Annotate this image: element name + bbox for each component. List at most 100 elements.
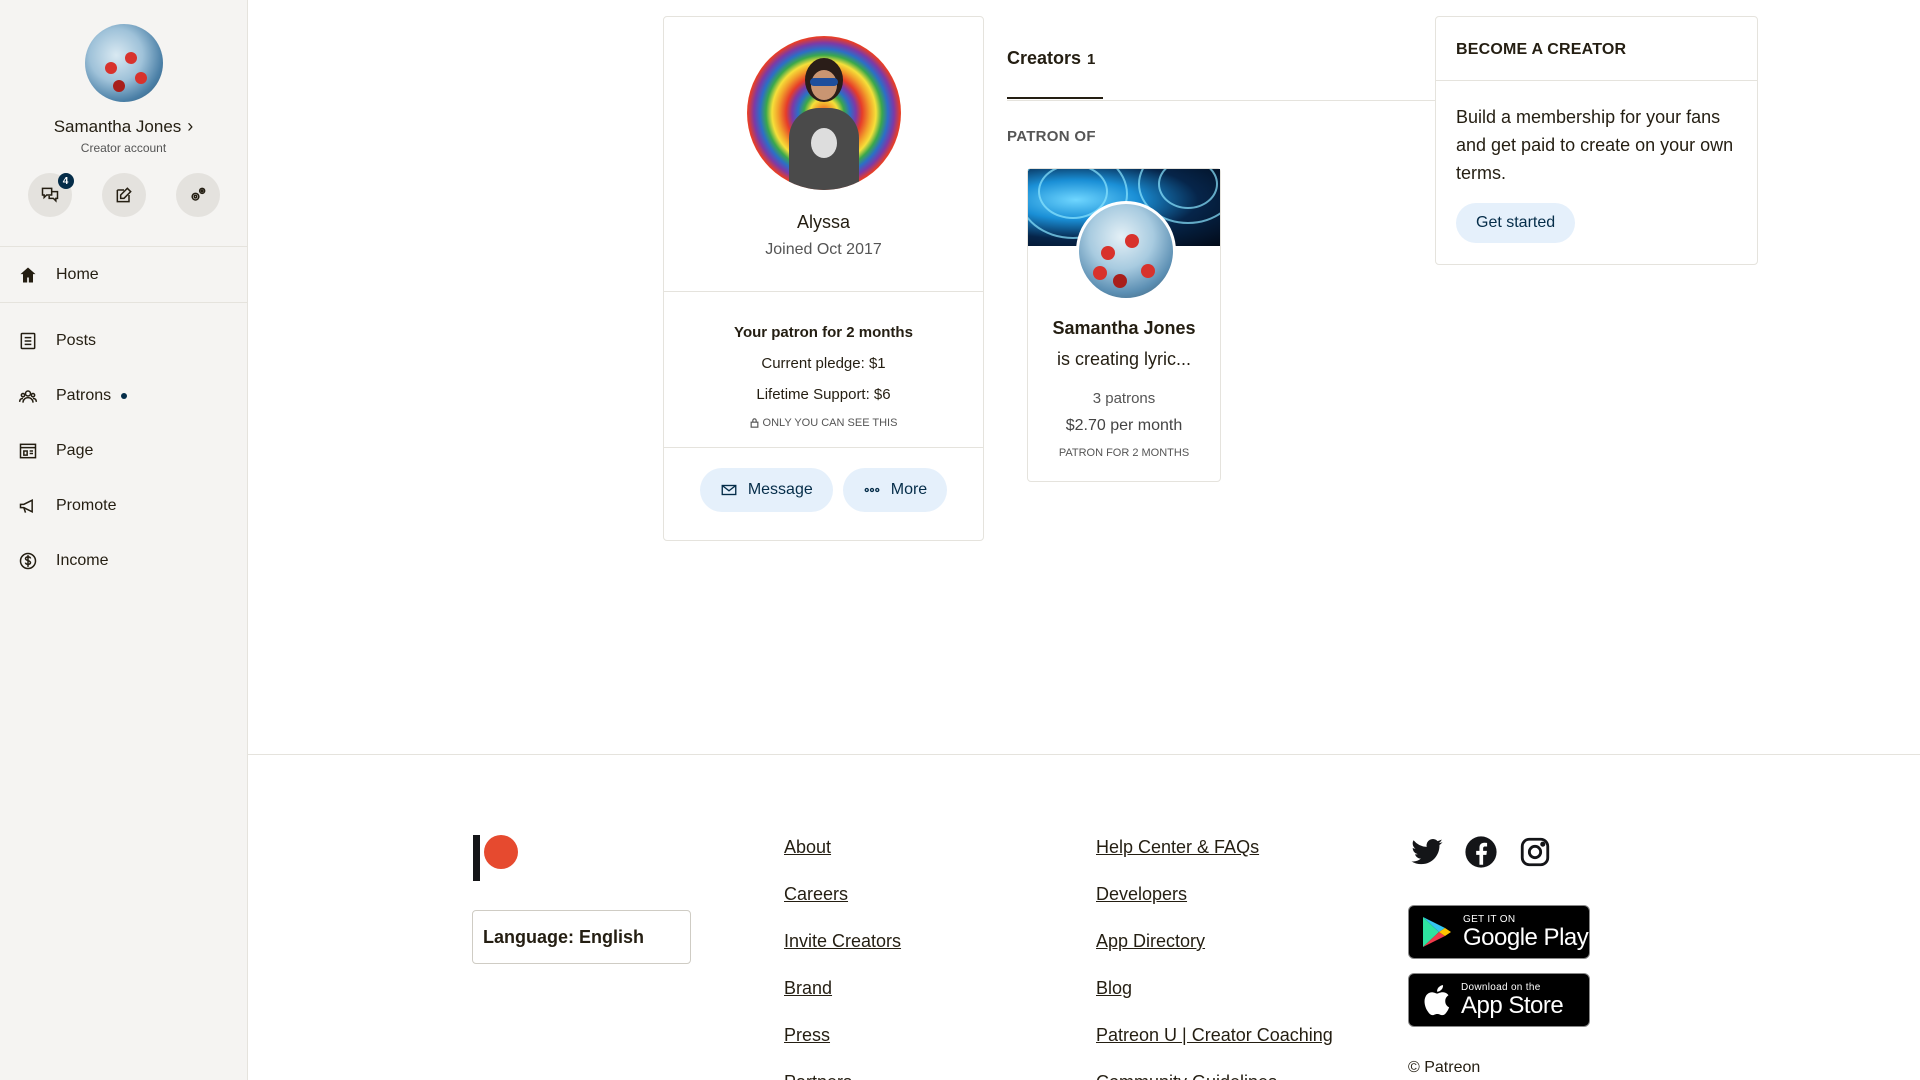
get-started-button[interactable]: Get started xyxy=(1456,203,1576,243)
language-selector[interactable]: Language: English xyxy=(472,910,691,964)
tab-creators-label: Creators xyxy=(1007,48,1082,68)
nav-patrons[interactable]: Patrons xyxy=(0,368,247,423)
messages-button[interactable]: 4 xyxy=(27,173,74,217)
nav-promote-label: Promote xyxy=(56,496,117,514)
page-icon xyxy=(18,441,38,461)
instagram-icon[interactable] xyxy=(1518,835,1552,869)
edit-icon xyxy=(116,187,132,203)
message-label: Message xyxy=(747,481,813,498)
patron-actions: Message More xyxy=(664,468,983,512)
patron-period: PATRON FOR 2 MONTHS xyxy=(1058,447,1190,459)
avatar[interactable] xyxy=(84,24,163,102)
footer-link-blog[interactable]: Blog xyxy=(1096,978,1333,1025)
nav-home[interactable]: Home xyxy=(0,247,247,303)
footer-link-community-guidelines[interactable]: Community Guidelines xyxy=(1096,1072,1333,1080)
nav-promote[interactable]: Promote xyxy=(0,478,247,533)
footer-link-careers[interactable]: Careers xyxy=(784,884,901,931)
divider xyxy=(664,447,983,448)
new-activity-dot xyxy=(121,392,128,399)
privacy-note-text: ONLY YOU CAN SEE THIS xyxy=(762,417,898,429)
dollar-icon xyxy=(18,551,38,571)
nav-posts-label: Posts xyxy=(56,331,97,349)
gears-icon xyxy=(190,187,205,201)
footer-link-help-center[interactable]: Help Center & FAQs xyxy=(1096,837,1333,884)
patron-joined-date: Joined Oct 2017 xyxy=(765,241,882,258)
footer-link-about[interactable]: About xyxy=(784,837,901,884)
settings-button[interactable] xyxy=(175,173,220,217)
patron-avatar xyxy=(746,36,901,190)
chat-bubbles-icon xyxy=(41,187,58,203)
account-type: Creator account xyxy=(80,141,167,155)
more-label: More xyxy=(890,481,928,498)
nav-list: Posts Patrons Page Promote Income xyxy=(0,303,247,588)
twitter-icon[interactable] xyxy=(1410,835,1444,869)
social-links xyxy=(1410,835,1552,869)
privacy-note: ONLY YOU CAN SEE THIS xyxy=(664,417,983,429)
patrons-icon xyxy=(18,386,38,406)
lifetime-support: Lifetime Support: $6 xyxy=(756,386,891,403)
patron-duration: Your patron for 2 months xyxy=(734,324,913,341)
current-pledge: Current pledge: $1 xyxy=(761,355,886,372)
creator-avatar xyxy=(1076,201,1176,301)
facebook-icon[interactable] xyxy=(1464,835,1498,869)
message-button[interactable]: Message xyxy=(699,468,833,512)
app-store-big-text: App Store xyxy=(1461,991,1564,1019)
footer-links-resources: Help Center & FAQs Developers App Direct… xyxy=(1096,837,1333,1080)
nav-income-label: Income xyxy=(56,551,109,569)
lock-icon xyxy=(750,418,758,428)
chevron-right-icon: › xyxy=(187,116,194,136)
patreon-logo[interactable] xyxy=(473,835,533,885)
google-play-badge[interactable]: GET IT ON Google Play xyxy=(1408,905,1590,959)
apple-icon xyxy=(1424,985,1450,1016)
nav-home-label: Home xyxy=(56,265,99,283)
footer-link-brand[interactable]: Brand xyxy=(784,978,901,1025)
footer-link-developers[interactable]: Developers xyxy=(1096,884,1333,931)
quick-actions: 4 xyxy=(0,173,247,217)
tab-active-indicator xyxy=(1007,97,1103,99)
footer-link-app-directory[interactable]: App Directory xyxy=(1096,931,1333,978)
tab-creators[interactable]: Creators 1 xyxy=(1007,48,1095,69)
nav-posts[interactable]: Posts xyxy=(0,313,247,368)
become-creator-title: BECOME A CREATOR xyxy=(1436,17,1757,81)
copyright: © Patreon xyxy=(1408,1059,1481,1076)
app-store-badge[interactable]: Download on the App Store xyxy=(1408,973,1590,1027)
home-icon xyxy=(18,265,38,285)
footer-links-company: About Careers Invite Creators Brand Pres… xyxy=(784,837,901,1080)
nav-page-label: Page xyxy=(56,441,94,459)
posts-icon xyxy=(18,331,38,351)
google-play-small-text: GET IT ON xyxy=(1463,913,1516,925)
footer: Language: English About Careers Invite C… xyxy=(248,754,1920,1080)
patron-name: Alyssa xyxy=(796,212,850,232)
nav-page[interactable]: Page xyxy=(0,423,247,478)
patron-stats: Your patron for 2 months Current pledge:… xyxy=(664,292,983,429)
creator-card[interactable]: Samantha Jones is creating lyric... 3 pa… xyxy=(1027,168,1221,482)
footer-link-partners[interactable]: Partners xyxy=(784,1072,901,1080)
nav-patrons-label: Patrons xyxy=(56,386,112,404)
main-content: Alyssa Joined Oct 2017 Your patron for 2… xyxy=(248,0,1920,754)
footer-link-invite-creators[interactable]: Invite Creators xyxy=(784,931,901,978)
footer-link-press[interactable]: Press xyxy=(784,1025,901,1072)
become-creator-card: BECOME A CREATOR Build a membership for … xyxy=(1435,16,1758,265)
more-button[interactable]: More xyxy=(842,468,948,512)
become-creator-body: Build a membership for your fans and get… xyxy=(1456,107,1734,183)
user-name: Samantha Jones xyxy=(53,116,182,136)
section-title: PATRON OF xyxy=(1007,128,1096,145)
creator-patron-count: 3 patrons xyxy=(1092,390,1156,407)
patron-card: Alyssa Joined Oct 2017 Your patron for 2… xyxy=(663,16,984,541)
create-post-button[interactable] xyxy=(101,173,146,217)
megaphone-icon xyxy=(18,496,38,516)
creator-description: is creating lyric... xyxy=(1056,349,1192,369)
google-play-big-text: Google Play xyxy=(1463,923,1589,951)
creator-monthly-income: $2.70 per month xyxy=(1065,417,1183,434)
footer-link-patreon-u[interactable]: Patreon U | Creator Coaching xyxy=(1096,1025,1333,1072)
envelope-icon xyxy=(721,484,737,496)
profile-name-link[interactable]: Samantha Jones › xyxy=(0,116,247,137)
sidebar: Samantha Jones › Creator account 4 Home xyxy=(0,0,248,1080)
nav-income[interactable]: Income xyxy=(0,533,247,588)
ellipsis-icon xyxy=(864,487,880,493)
profile-section: Samantha Jones › Creator account 4 xyxy=(0,0,247,247)
google-play-icon xyxy=(1423,917,1451,947)
notification-badge: 4 xyxy=(57,173,74,189)
app-store-small-text: Download on the xyxy=(1461,981,1541,993)
creator-name: Samantha Jones xyxy=(1052,318,1196,338)
